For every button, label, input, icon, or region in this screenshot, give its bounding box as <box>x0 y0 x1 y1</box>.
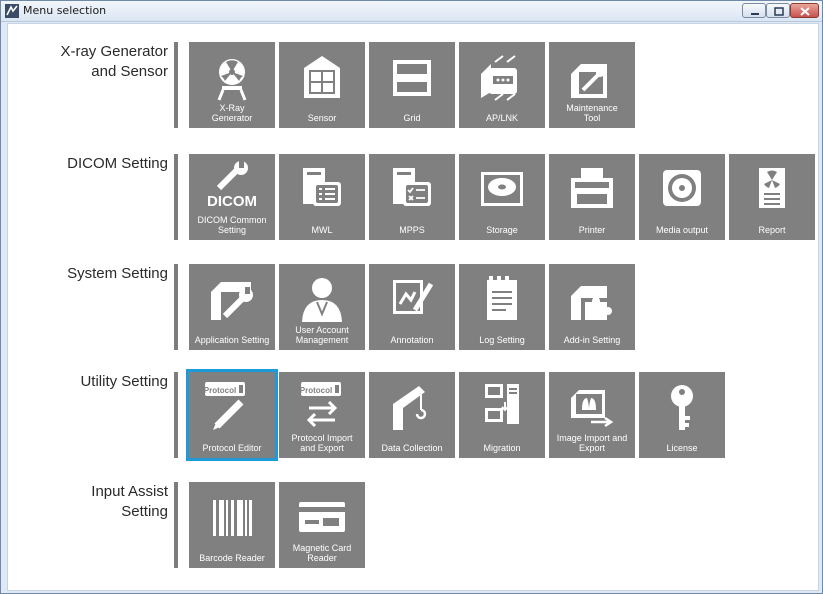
tile-card[interactable]: Magnetic Card Reader <box>279 482 365 568</box>
grid-icon <box>393 60 431 96</box>
tile-dicom-wrench[interactable]: DICOM DICOM Common Setting <box>189 154 275 240</box>
section-label: Utility Setting <box>80 373 168 390</box>
tile-label: User Account Management <box>295 325 349 345</box>
tile-printer[interactable]: Printer <box>549 154 635 240</box>
tile-label: Application Setting <box>194 335 270 345</box>
barcode-icon <box>213 500 252 536</box>
section-separator <box>174 42 178 128</box>
icon-text: Protocol <box>300 386 332 395</box>
card-icon <box>299 502 345 532</box>
report-icon <box>759 168 785 208</box>
migration-icon <box>485 384 519 424</box>
tile-image-transfer[interactable]: Image Import and Export <box>549 372 635 458</box>
close-button[interactable] <box>790 3 819 18</box>
tile-label: Data Collection <box>381 443 443 453</box>
tile-maintenance-tool[interactable]: Maintenance Tool <box>549 42 635 128</box>
tile-protocol-edit[interactable]: Protocol Protocol Editor <box>186 369 278 461</box>
tile-puzzle[interactable]: Add-in Setting <box>549 264 635 350</box>
tile-label: Protocol Import and Export <box>291 433 353 453</box>
mwl-document-icon <box>303 168 341 206</box>
section-label: Input Assist Setting <box>91 483 168 520</box>
tile-label: Grid <box>403 113 421 123</box>
annotation-icon <box>393 280 434 314</box>
user-icon <box>302 278 342 322</box>
tile-report[interactable]: Report <box>729 154 815 240</box>
tile-storage-drive[interactable]: Storage <box>459 154 545 240</box>
icon-text: DICOM <box>207 193 257 210</box>
tile-label: MWL <box>311 225 333 235</box>
tile-key[interactable]: License <box>639 372 725 458</box>
section-separator <box>174 264 178 350</box>
tile-label: Protocol Editor <box>202 443 262 453</box>
section-label: X-ray Generator and Sensor <box>60 43 168 80</box>
dicom-wrench-icon: DICOM <box>207 160 257 210</box>
tile-sensor[interactable]: Sensor <box>279 42 365 128</box>
menu-panel: X-ray Generator and Sensor X-Ray Generat… <box>7 23 819 591</box>
tile-label: DICOM Common Setting <box>197 215 267 235</box>
menu-selection-window: Menu selection X-ray Generator and Senso… <box>0 0 823 594</box>
title-bar[interactable]: Menu selection <box>1 1 822 22</box>
tile-label: Sensor <box>307 113 337 123</box>
tile-label: AP/LNK <box>485 113 518 123</box>
tile-barcode[interactable]: Barcode Reader <box>189 482 275 568</box>
tile-label: Report <box>758 225 786 235</box>
tile-label: X-Ray Generator <box>211 103 253 123</box>
tile-label: Printer <box>578 225 606 235</box>
maximize-button[interactable] <box>766 3 790 18</box>
section-separator <box>174 482 178 568</box>
tile-label: Add-in Setting <box>563 335 621 345</box>
tile-label: Migration <box>483 443 521 453</box>
app-icon <box>5 4 19 18</box>
xray-generator-icon <box>217 59 247 101</box>
tile-label: Magnetic Card Reader <box>292 543 352 563</box>
sensor-icon <box>304 56 340 98</box>
tile-label: Maintenance Tool <box>566 103 618 123</box>
protocol-transfer-icon: Protocol <box>300 382 341 428</box>
icon-text: Protocol <box>204 386 236 395</box>
section-label: DICOM Setting <box>67 155 168 172</box>
tile-crane[interactable]: Data Collection <box>369 372 455 458</box>
tile-migration[interactable]: Migration <box>459 372 545 458</box>
tile-annotation[interactable]: Annotation <box>369 264 455 350</box>
storage-drive-icon <box>481 172 523 206</box>
tile-label: License <box>666 443 698 453</box>
tile-grid[interactable]: Grid <box>369 42 455 128</box>
tile-log-clipboard[interactable]: Log Setting <box>459 264 545 350</box>
section-separator <box>174 372 178 458</box>
minimize-button[interactable] <box>742 3 766 18</box>
tile-label: Storage <box>486 225 518 235</box>
mpps-document-icon <box>393 168 431 206</box>
printer-icon <box>571 168 613 208</box>
tile-mwl-document[interactable]: MWL <box>279 154 365 240</box>
section-label: System Setting <box>67 265 168 282</box>
tile-disc[interactable]: Media output <box>639 154 725 240</box>
protocol-edit-icon: Protocol <box>204 382 245 430</box>
tile-label: MPPS <box>399 225 425 235</box>
tile-mpps-document[interactable]: MPPS <box>369 154 455 240</box>
maximize-icon <box>774 7 784 16</box>
tile-label: Annotation <box>390 335 434 345</box>
maintenance-tool-icon <box>571 64 607 98</box>
tile-protocol-transfer[interactable]: Protocol Protocol Import and Export <box>279 372 365 458</box>
key-icon <box>671 385 693 430</box>
section-separator <box>174 154 178 240</box>
tile-user[interactable]: User Account Management <box>279 264 365 350</box>
tile-ap-lnk[interactable]: AP/LNK <box>459 42 545 128</box>
tile-label: Image Import and Export <box>556 433 628 453</box>
log-clipboard-icon <box>487 276 517 320</box>
application-wrench-icon <box>211 282 253 320</box>
tile-label: Barcode Reader <box>199 553 265 563</box>
image-transfer-icon <box>571 390 614 428</box>
ap-lnk-icon <box>481 55 517 101</box>
minimize-icon <box>751 13 759 15</box>
tile-application-wrench[interactable]: Application Setting <box>189 264 275 350</box>
crane-icon <box>393 386 427 430</box>
tile-label: Media output <box>655 225 709 235</box>
tile-xray-generator[interactable]: X-Ray Generator <box>189 42 275 128</box>
window-title: Menu selection <box>23 4 107 17</box>
tile-label: Log Setting <box>479 335 525 345</box>
puzzle-icon <box>571 286 612 320</box>
disc-icon <box>663 170 701 206</box>
close-icon <box>800 7 810 16</box>
